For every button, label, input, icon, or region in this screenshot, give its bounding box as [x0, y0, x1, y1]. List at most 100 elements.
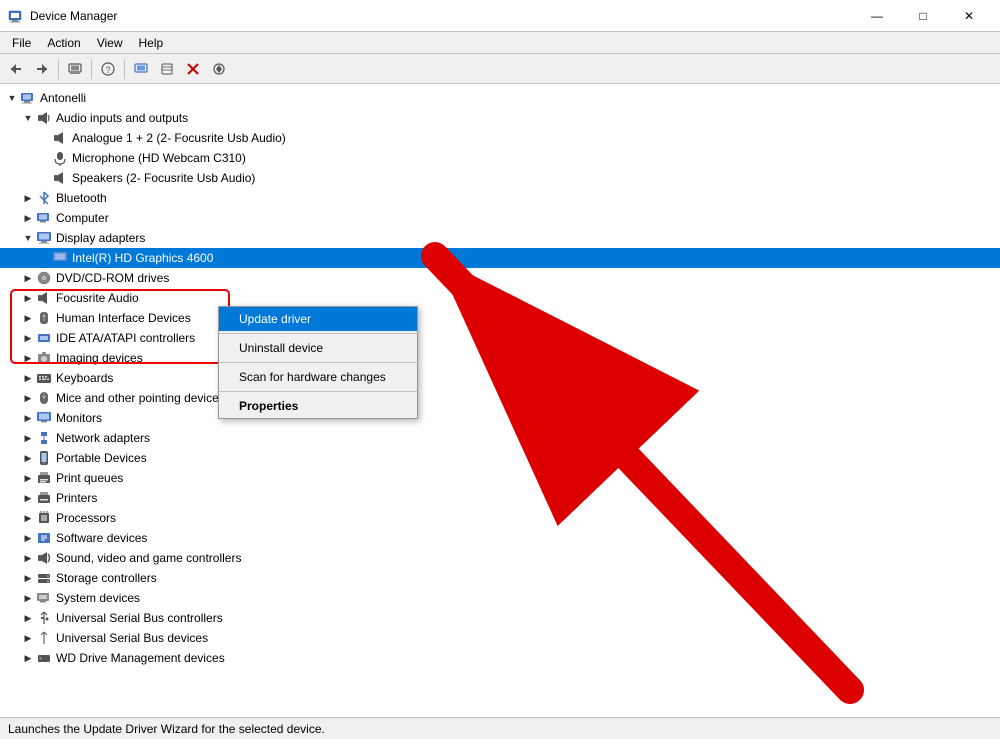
tree-item-imaging[interactable]: ▶ Imaging devices [0, 348, 1000, 368]
menu-action[interactable]: Action [39, 34, 88, 52]
label-computer: Computer [56, 211, 109, 225]
label-focusrite: Focusrite Audio [56, 291, 139, 305]
expander-keyboards[interactable]: ▶ [20, 370, 36, 386]
context-menu-properties[interactable]: Properties [219, 394, 417, 418]
toolbar: ? [0, 54, 1000, 84]
label-portable: Portable Devices [56, 451, 147, 465]
tree-item-root[interactable]: ▼ Antonelli [0, 88, 1000, 108]
context-menu-scan[interactable]: Scan for hardware changes [219, 365, 417, 389]
tree-item-network[interactable]: ▶ Network adapters [0, 428, 1000, 448]
tree-item-focusrite[interactable]: ▶ Focusrite Audio [0, 288, 1000, 308]
forward-button[interactable] [30, 57, 54, 81]
tree-item-usb-controllers[interactable]: ▶ Universal Serial Bus controllers [0, 608, 1000, 628]
tree-item-processors[interactable]: ▶ Processors [0, 508, 1000, 528]
expander-usb-controllers[interactable]: ▶ [20, 610, 36, 626]
expander-storage[interactable]: ▶ [20, 570, 36, 586]
monitor-button[interactable] [129, 57, 153, 81]
expander-ide[interactable]: ▶ [20, 330, 36, 346]
tree-item-computer[interactable]: ▶ Computer [0, 208, 1000, 228]
svg-text:?: ? [105, 65, 110, 75]
label-usb-controllers: Universal Serial Bus controllers [56, 611, 223, 625]
icon-processors [36, 510, 52, 526]
expander-root[interactable]: ▼ [4, 90, 20, 106]
toolbar-sep-1 [58, 59, 59, 79]
update-button[interactable] [207, 57, 231, 81]
icon-mice [36, 390, 52, 406]
close-button[interactable]: ✕ [946, 0, 992, 32]
menu-help[interactable]: Help [131, 34, 172, 52]
label-monitors: Monitors [56, 411, 102, 425]
label-dvd: DVD/CD-ROM drives [56, 271, 169, 285]
tree-item-dvd[interactable]: ▶ DVD/CD-ROM drives [0, 268, 1000, 288]
tree-item-monitors[interactable]: ▶ Monitors [0, 408, 1000, 428]
list-button[interactable] [155, 57, 179, 81]
expander-mice[interactable]: ▶ [20, 390, 36, 406]
expander-processors[interactable]: ▶ [20, 510, 36, 526]
expander-usb-devices[interactable]: ▶ [20, 630, 36, 646]
expander-hid[interactable]: ▶ [20, 310, 36, 326]
tree-item-intel[interactable]: ▶ Intel(R) HD Graphics 4600 [0, 248, 1000, 268]
label-mice: Mice and other pointing devices [56, 391, 225, 405]
tree-item-display[interactable]: ▼ Display adapters [0, 228, 1000, 248]
minimize-button[interactable]: — [854, 0, 900, 32]
context-menu-uninstall[interactable]: Uninstall device [219, 336, 417, 360]
tree-item-keyboards[interactable]: ▶ Keyboards [0, 368, 1000, 388]
tree-item-printers[interactable]: ▶ Printers [0, 488, 1000, 508]
back-button[interactable] [4, 57, 28, 81]
computer-button[interactable] [63, 57, 87, 81]
expander-focusrite[interactable]: ▶ [20, 290, 36, 306]
tree-item-audio[interactable]: ▼ Audio inputs and outputs [0, 108, 1000, 128]
context-menu-update-driver[interactable]: Update driver [219, 307, 417, 331]
label-wd: WD Drive Management devices [56, 651, 225, 665]
label-hid: Human Interface Devices [56, 311, 191, 325]
tree-item-bluetooth[interactable]: ▶ Bluetooth [0, 188, 1000, 208]
expander-network[interactable]: ▶ [20, 430, 36, 446]
tree-item-portable[interactable]: ▶ Portable Devices [0, 448, 1000, 468]
expander-portable[interactable]: ▶ [20, 450, 36, 466]
label-analogue: Analogue 1 + 2 (2- Focusrite Usb Audio) [72, 131, 286, 145]
icon-print-queues [36, 470, 52, 486]
help-button[interactable]: ? [96, 57, 120, 81]
tree-item-wd[interactable]: ▶ WD Drive Management devices [0, 648, 1000, 668]
menu-file[interactable]: File [4, 34, 39, 52]
expander-display[interactable]: ▼ [20, 230, 36, 246]
tree-item-hid[interactable]: ▶ Human Interface Devices [0, 308, 1000, 328]
icon-system [36, 590, 52, 606]
tree-item-software[interactable]: ▶ Software devices [0, 528, 1000, 548]
expander-bluetooth[interactable]: ▶ [20, 190, 36, 206]
tree-item-storage[interactable]: ▶ Storage controllers [0, 568, 1000, 588]
tree-item-print-queues[interactable]: ▶ Print queues [0, 468, 1000, 488]
expander-software[interactable]: ▶ [20, 530, 36, 546]
expander-monitors[interactable]: ▶ [20, 410, 36, 426]
expander-imaging[interactable]: ▶ [20, 350, 36, 366]
expander-audio[interactable]: ▼ [20, 110, 36, 126]
label-intel: Intel(R) HD Graphics 4600 [72, 251, 213, 265]
delete-button[interactable] [181, 57, 205, 81]
title-bar-controls: — □ ✕ [854, 0, 992, 32]
expander-sound[interactable]: ▶ [20, 550, 36, 566]
expander-dvd[interactable]: ▶ [20, 270, 36, 286]
tree-item-sound[interactable]: ▶ Sound, video and game controllers [0, 548, 1000, 568]
tree-item-microphone[interactable]: ▶ Microphone (HD Webcam C310) [0, 148, 1000, 168]
expander-computer[interactable]: ▶ [20, 210, 36, 226]
tree-item-usb-devices[interactable]: ▶ Universal Serial Bus devices [0, 628, 1000, 648]
icon-imaging [36, 350, 52, 366]
icon-bluetooth [36, 190, 52, 206]
label-processors: Processors [56, 511, 116, 525]
icon-analogue [52, 130, 68, 146]
expander-system[interactable]: ▶ [20, 590, 36, 606]
expander-print-queues[interactable]: ▶ [20, 470, 36, 486]
tree-item-system[interactable]: ▶ System devices [0, 588, 1000, 608]
expander-printers[interactable]: ▶ [20, 490, 36, 506]
tree-item-analogue[interactable]: ▶ Analogue 1 + 2 (2- Focusrite Usb Audio… [0, 128, 1000, 148]
menu-view[interactable]: View [89, 34, 131, 52]
tree-item-ide[interactable]: ▶ IDE ATA/ATAPI controllers [0, 328, 1000, 348]
icon-usb-controllers [36, 610, 52, 626]
tree-view[interactable]: ▼ Antonelli ▼ Audio inputs and outputs ▶… [0, 84, 1000, 717]
maximize-button[interactable]: □ [900, 0, 946, 32]
label-imaging: Imaging devices [56, 351, 143, 365]
tree-item-mice[interactable]: ▶ Mice and other pointing devices [0, 388, 1000, 408]
expander-wd[interactable]: ▶ [20, 650, 36, 666]
main-content: ▼ Antonelli ▼ Audio inputs and outputs ▶… [0, 84, 1000, 717]
tree-item-speakers[interactable]: ▶ Speakers (2- Focusrite Usb Audio) [0, 168, 1000, 188]
